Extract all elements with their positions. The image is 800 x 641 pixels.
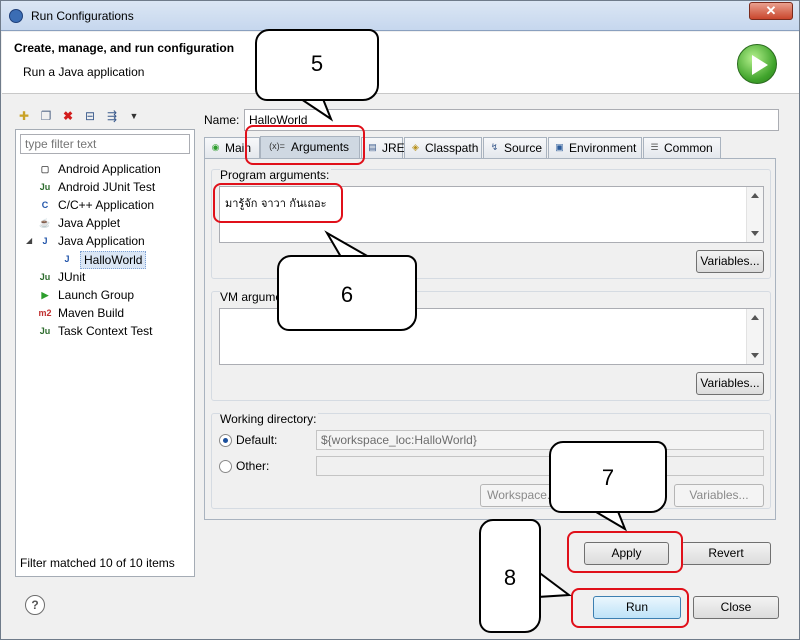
run-highlight-box	[571, 588, 689, 628]
environment-tab-icon: ▣	[555, 142, 564, 152]
vm-args-scrollbar[interactable]	[746, 309, 763, 364]
close-button[interactable]: Close	[693, 596, 779, 619]
vm-args-label: VM argume	[220, 290, 285, 304]
tree-item-android-application[interactable]: ▢ Android Application	[20, 160, 192, 178]
new-config-icon[interactable]: ✚	[15, 107, 33, 125]
tree-item-label: JUnit	[58, 270, 86, 284]
tree-item-label: Android JUnit Test	[58, 180, 156, 194]
program-args-highlight-box	[213, 183, 343, 223]
tree-item-label: Launch Group	[58, 288, 135, 302]
program-args-label: Program arguments:	[220, 168, 332, 182]
filter-input[interactable]	[20, 134, 190, 154]
filesystem-variables-button[interactable]: Variables...	[674, 484, 764, 507]
revert-button[interactable]: Revert	[681, 542, 771, 565]
dialog-header: Create, manage, and run configuration Ru…	[2, 32, 799, 94]
run-logo-icon	[737, 44, 777, 84]
default-dir-field: ${workspace_loc:HalloWorld}	[316, 430, 764, 450]
arguments-highlight-box	[245, 125, 365, 165]
view-menu-icon[interactable]: ▼	[125, 107, 143, 125]
other-dir-field	[316, 456, 764, 476]
filter-status: Filter matched 10 of 10 items	[20, 556, 175, 570]
android-app-icon: ▢	[40, 164, 50, 174]
vm-variables-button[interactable]: Variables...	[696, 372, 764, 395]
tree-item-c-c-application[interactable]: C C/C++ Application	[20, 196, 192, 214]
tab-classpath[interactable]: ◈ Classpath	[404, 137, 482, 159]
working-dir-group: Working directory: Default: ${workspace_…	[211, 412, 771, 509]
jre-tab-icon: ▤	[368, 142, 377, 152]
tree-item-label: Java Application	[58, 234, 145, 248]
tree-item-label: C/C++ Application	[58, 198, 155, 212]
other-radio[interactable]	[219, 460, 232, 473]
title-bar: Run Configurations ✕	[1, 1, 799, 31]
apply-highlight-box	[567, 531, 683, 573]
tree-item-java-applet[interactable]: ☕ Java Applet	[20, 214, 192, 232]
tree-item-label: HalloWorld	[80, 251, 147, 269]
expanded-twisty-icon[interactable]: ◢	[26, 232, 32, 250]
window-title: Run Configurations	[31, 9, 134, 23]
junit-icon: Ju	[39, 272, 51, 282]
common-tab-icon: ☰	[650, 142, 659, 152]
callout-5: 5	[255, 29, 379, 101]
tab-common[interactable]: ☰ Common	[643, 137, 721, 159]
close-window-button[interactable]: ✕	[749, 2, 793, 20]
tree-item-android-junit-test[interactable]: Ju Android JUnit Test	[20, 178, 192, 196]
maven-icon: m2	[38, 308, 52, 318]
tree-item-label: Java Applet	[58, 216, 121, 230]
task-icon: Ju	[39, 326, 51, 336]
name-label: Name:	[204, 113, 240, 127]
tree-item-maven-build[interactable]: m2 Maven Build	[20, 304, 192, 322]
other-label: Other:	[236, 459, 270, 473]
main-tab-icon: ◉	[211, 142, 220, 152]
applet-icon: ☕	[39, 218, 51, 228]
collapse-all-icon[interactable]: ⊟	[81, 107, 99, 125]
default-radio[interactable]	[219, 434, 232, 447]
default-label: Default:	[236, 433, 278, 447]
tree-item-launch-group[interactable]: ▶ Launch Group	[20, 286, 192, 304]
left-toolbar: ✚ ❐ ✖ ⊟ ⇶ ▼	[15, 105, 143, 127]
config-tree-panel: ▢ Android Application Ju Android JUnit Test…	[15, 129, 195, 577]
tree-item-label: Task Context Test	[58, 324, 153, 338]
working-dir-label: Working directory:	[220, 412, 319, 426]
tab-source[interactable]: ↯ Source	[483, 137, 547, 159]
callout-6: 6	[277, 255, 417, 331]
delete-icon[interactable]: ✖	[59, 107, 77, 125]
run-configurations-dialog: Run Configurations ✕ Create, manage, and…	[0, 0, 800, 640]
source-tab-icon: ↯	[490, 142, 499, 152]
filter-icon[interactable]: ⇶	[103, 107, 121, 125]
duplicate-icon[interactable]: ❐	[37, 107, 55, 125]
callout-8: 8	[479, 519, 541, 633]
junit-icon: Ju	[39, 182, 51, 192]
launch-group-icon: ▶	[41, 290, 49, 300]
tree-item-label: Android Application	[58, 162, 161, 176]
java-app-icon: J	[42, 236, 48, 246]
help-icon[interactable]: ?	[25, 595, 45, 615]
tree-item-java-application[interactable]: ◢ J Java Application	[20, 232, 192, 250]
tree-item-task-context-test[interactable]: Ju Task Context Test	[20, 322, 192, 340]
tab-jre[interactable]: ▤ JRE	[361, 137, 405, 159]
tree-item-halloworld[interactable]: J HalloWorld	[20, 250, 192, 269]
config-tree: ▢ Android Application Ju Android JUnit Test…	[20, 160, 192, 340]
header-subtitle: Run a Java application	[23, 65, 145, 79]
eclipse-icon	[9, 9, 23, 23]
program-variables-button[interactable]: Variables...	[696, 250, 764, 273]
tree-item-junit[interactable]: Ju JUnit	[20, 268, 192, 286]
tree-item-label: Maven Build	[58, 306, 125, 320]
java-config-icon: J	[64, 254, 70, 264]
classpath-tab-icon: ◈	[412, 142, 419, 152]
tab-environment[interactable]: ▣ Environment	[548, 137, 642, 159]
callout-7: 7	[549, 441, 667, 513]
c-app-icon: C	[41, 200, 49, 210]
program-args-scrollbar[interactable]	[746, 187, 763, 242]
header-title: Create, manage, and run configuration	[14, 41, 235, 55]
